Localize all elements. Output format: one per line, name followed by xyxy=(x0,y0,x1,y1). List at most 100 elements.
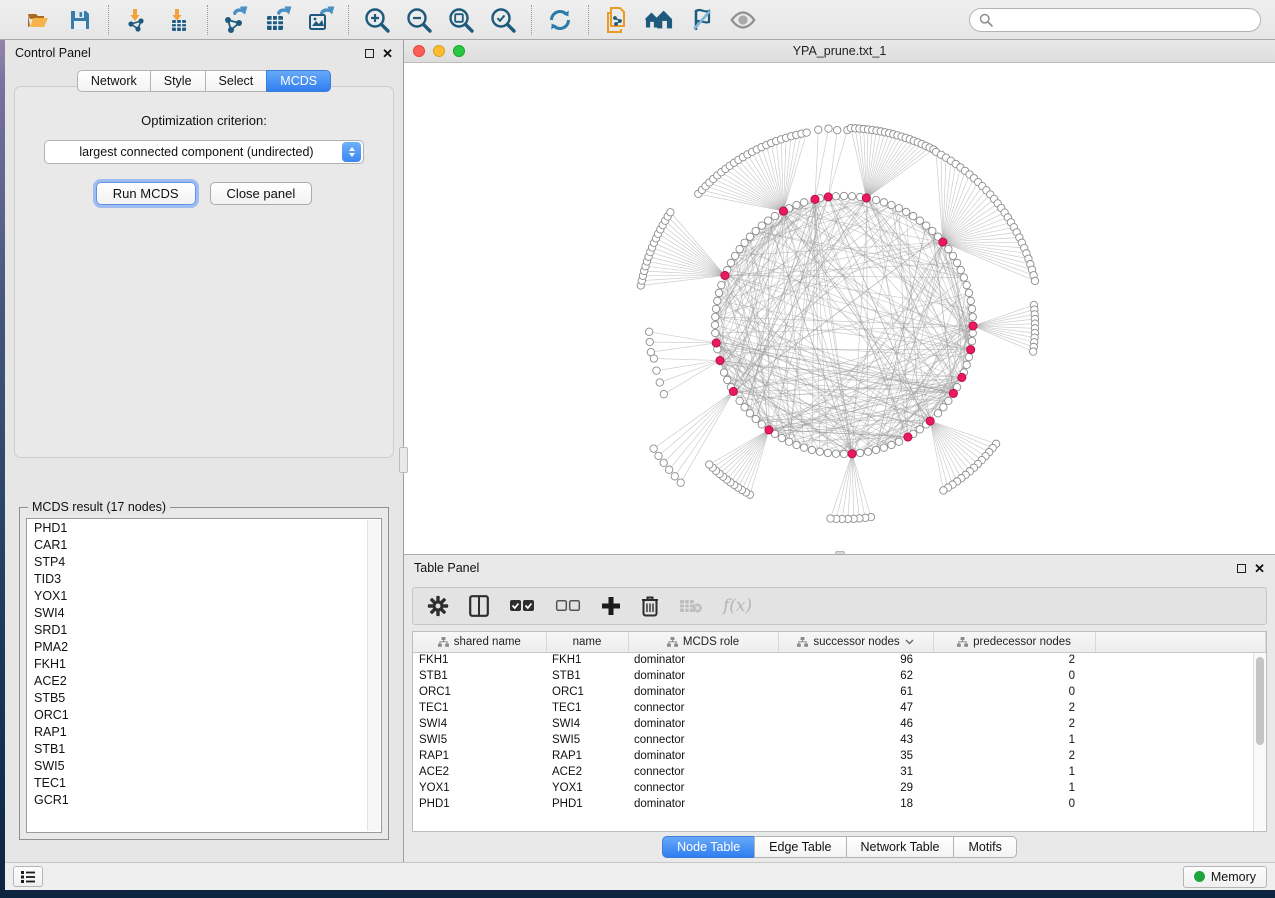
create-column-icon[interactable] xyxy=(601,596,621,616)
table-scrollbar-thumb[interactable] xyxy=(1256,657,1264,745)
mcds-result-item[interactable]: YOX1 xyxy=(27,587,381,604)
clear-all-checks-icon[interactable] xyxy=(555,599,581,613)
mcds-result-item[interactable]: SRD1 xyxy=(27,621,381,638)
export-network-icon[interactable] xyxy=(222,6,250,34)
mcds-result-item[interactable]: GCR1 xyxy=(27,791,381,808)
show-all-nodes-icon[interactable] xyxy=(645,6,673,34)
table-row[interactable]: ACE2ACE2connector311 xyxy=(413,764,1266,780)
mcds-result-item[interactable]: TID3 xyxy=(27,570,381,587)
mcds-tab-pane: Optimization criterion: largest connecte… xyxy=(14,86,394,458)
zoom-in-icon[interactable] xyxy=(363,6,391,34)
show-columns-icon[interactable] xyxy=(469,595,489,617)
table-row[interactable]: STB1STB1dominator620 xyxy=(413,668,1266,684)
mcds-result-item[interactable]: FKH1 xyxy=(27,655,381,672)
tab-motifs[interactable]: Motifs xyxy=(953,836,1016,858)
column-header-MCDS-role[interactable]: MCDS role xyxy=(628,632,778,652)
table-options-icon[interactable] xyxy=(427,595,449,617)
table-row[interactable]: PHD1PHD1dominator180 xyxy=(413,796,1266,812)
zoom-out-icon[interactable] xyxy=(405,6,433,34)
table-row[interactable]: RAP1RAP1dominator352 xyxy=(413,748,1266,764)
optimization-criterion-dropdown[interactable]: largest connected component (undirected) xyxy=(44,140,364,164)
column-type-icon xyxy=(957,637,968,647)
column-header-filler xyxy=(1095,632,1266,652)
delete-columns-icon[interactable] xyxy=(641,595,659,617)
node-table: shared namenameMCDS rolesuccessor nodesp… xyxy=(412,631,1267,832)
tab-select[interactable]: Select xyxy=(205,70,268,92)
close-panel-icon[interactable]: ✕ xyxy=(382,47,393,60)
network-nodes[interactable] xyxy=(637,124,1039,522)
table-row[interactable]: TEC1TEC1connector472 xyxy=(413,700,1266,716)
mcds-result-item[interactable]: CAR1 xyxy=(27,536,381,553)
column-header-successor-nodes[interactable]: successor nodes xyxy=(778,632,933,652)
float-table-panel-icon[interactable] xyxy=(1237,564,1246,573)
table-tabs: Node TableEdge TableNetwork TableMotifs xyxy=(662,836,1017,858)
network-window: YPA_prune.txt_1 xyxy=(404,40,1275,555)
mcds-result-group: MCDS result (17 nodes) PHD1CAR1STP4TID3Y… xyxy=(19,507,389,840)
zoom-fit-icon[interactable] xyxy=(447,6,475,34)
function-builder-icon[interactable]: f(x) xyxy=(723,596,752,616)
canvas-divider-grip[interactable] xyxy=(835,551,845,554)
close-panel-button[interactable]: Close panel xyxy=(210,182,313,205)
mcds-result-item[interactable]: SWI5 xyxy=(27,757,381,774)
close-table-panel-icon[interactable]: ✕ xyxy=(1254,562,1265,575)
table-row[interactable]: FKH1FKH1dominator962 xyxy=(413,652,1266,668)
save-session-icon[interactable] xyxy=(66,6,94,34)
column-header-predecessor-nodes[interactable]: predecessor nodes xyxy=(933,632,1095,652)
panel-divider-grip[interactable] xyxy=(399,447,408,473)
float-panel-icon[interactable] xyxy=(365,49,374,58)
hide-selected-icon[interactable] xyxy=(687,6,715,34)
network-window-title: YPA_prune.txt_1 xyxy=(404,44,1275,58)
network-window-titlebar: YPA_prune.txt_1 xyxy=(404,40,1275,63)
network-view[interactable] xyxy=(404,63,1275,554)
tab-network[interactable]: Network xyxy=(77,70,151,92)
control-panel: Control Panel ✕ NetworkStyleSelectMCDS O… xyxy=(5,40,404,862)
export-table-icon[interactable] xyxy=(264,6,292,34)
apply-layout-icon[interactable] xyxy=(546,6,574,34)
tab-style[interactable]: Style xyxy=(150,70,206,92)
tab-node-table[interactable]: Node Table xyxy=(662,836,755,858)
zoom-selected-icon[interactable] xyxy=(489,6,517,34)
import-network-icon[interactable] xyxy=(123,6,151,34)
mcds-result-item[interactable]: STB5 xyxy=(27,689,381,706)
table-row[interactable]: ORC1ORC1dominator610 xyxy=(413,684,1266,700)
mcds-result-item[interactable]: PHD1 xyxy=(27,519,381,536)
import-table-icon[interactable] xyxy=(165,6,193,34)
run-mcds-button[interactable]: Run MCDS xyxy=(96,182,196,205)
task-history-button[interactable] xyxy=(13,866,43,887)
clear-table-icon[interactable] xyxy=(679,598,703,614)
column-header-name[interactable]: name xyxy=(546,632,628,652)
mcds-result-item[interactable]: RAP1 xyxy=(27,723,381,740)
mcds-list-scrollbar[interactable] xyxy=(367,520,380,831)
tab-mcds[interactable]: MCDS xyxy=(266,70,331,92)
table-row[interactable]: SWI4SWI4dominator462 xyxy=(413,716,1266,732)
mcds-result-item[interactable]: STP4 xyxy=(27,553,381,570)
workspace: Control Panel ✕ NetworkStyleSelectMCDS O… xyxy=(5,40,1275,862)
search-input[interactable] xyxy=(999,13,1251,27)
mcds-result-item[interactable]: PMA2 xyxy=(27,638,381,655)
mcds-result-list[interactable]: PHD1CAR1STP4TID3YOX1SWI4SRD1PMA2FKH1ACE2… xyxy=(26,518,382,833)
column-header-shared-name[interactable]: shared name xyxy=(413,632,546,652)
table-scrollbar[interactable] xyxy=(1253,653,1266,831)
mcds-result-item[interactable]: STB1 xyxy=(27,740,381,757)
tab-network-table[interactable]: Network Table xyxy=(846,836,955,858)
mcds-result-item[interactable]: ORC1 xyxy=(27,706,381,723)
show-hidden-icon[interactable] xyxy=(729,6,757,34)
tab-edge-table[interactable]: Edge Table xyxy=(754,836,846,858)
mcds-result-item[interactable]: SWI4 xyxy=(27,604,381,621)
memory-status-icon xyxy=(1194,871,1205,882)
memory-button[interactable]: Memory xyxy=(1183,866,1267,888)
node-table-body: FKH1FKH1dominator962STB1STB1dominator620… xyxy=(413,652,1266,812)
mcds-result-item[interactable]: ACE2 xyxy=(27,672,381,689)
column-type-icon xyxy=(667,637,678,647)
select-all-checks-icon[interactable] xyxy=(509,599,535,613)
export-image-icon[interactable] xyxy=(306,6,334,34)
network-canvas-svg[interactable] xyxy=(404,63,1274,554)
table-row[interactable]: YOX1YOX1connector291 xyxy=(413,780,1266,796)
table-row[interactable]: SWI5SWI5connector431 xyxy=(413,732,1266,748)
search-icon xyxy=(979,13,993,27)
duplicate-network-icon[interactable] xyxy=(603,6,631,34)
toolbar-search xyxy=(969,8,1261,32)
table-panel-title: Table Panel xyxy=(414,561,479,575)
mcds-result-item[interactable]: TEC1 xyxy=(27,774,381,791)
open-file-icon[interactable] xyxy=(24,6,52,34)
